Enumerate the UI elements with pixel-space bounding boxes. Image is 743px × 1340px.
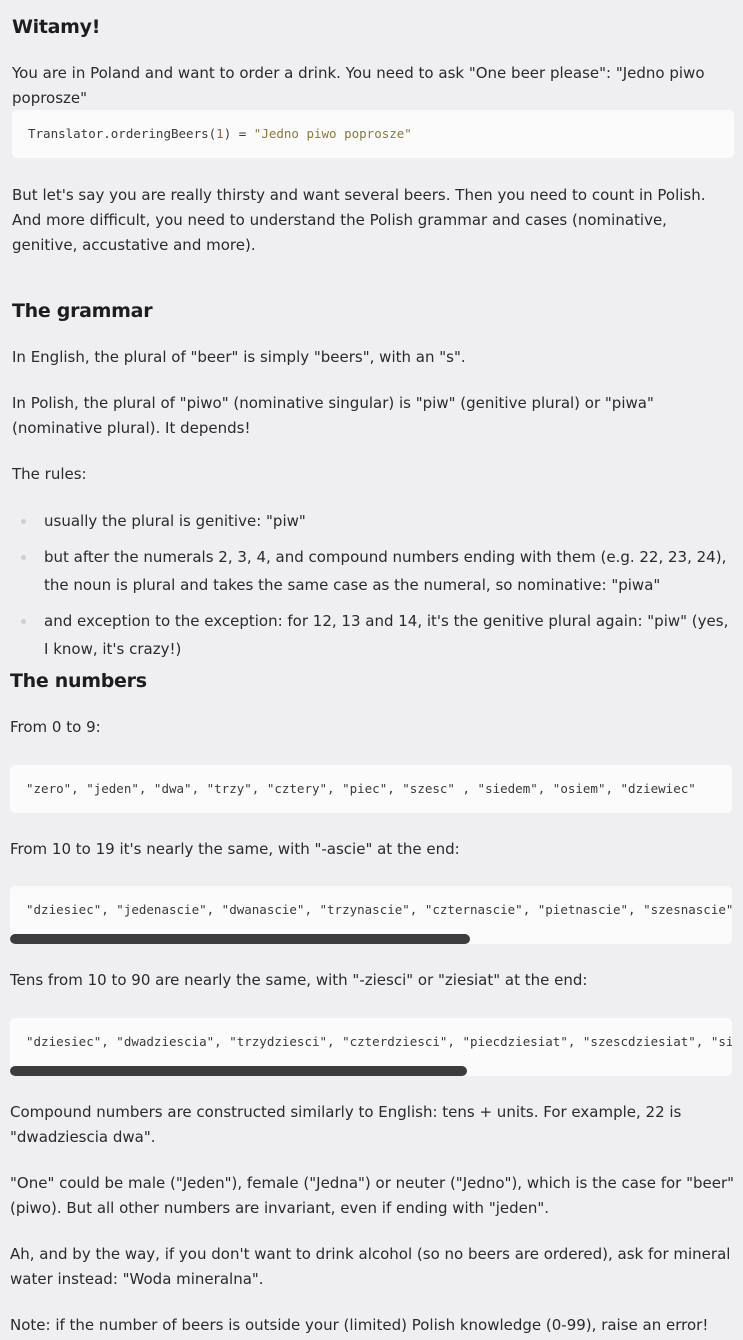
code-block-example: Translator.orderingBeers(1) = "Jedno piw…: [12, 110, 734, 158]
code-teens-line: "dziesiec", "jedenascie", "dwanascie", "…: [26, 902, 732, 917]
code-call: Translator.orderingBeers(: [28, 126, 217, 141]
rules-list: usually the plural is genitive: "piw" bu…: [12, 507, 737, 671]
grammar-paragraph-english: In English, the plural of "beer" is simp…: [12, 348, 466, 366]
intro-paragraph: You are in Poland and want to order a dr…: [12, 64, 705, 107]
rule-text: usually the plural is genitive: "piw": [44, 512, 306, 530]
list-item: and exception to the exception: for 12, …: [12, 607, 737, 663]
code-tens-line: "dziesiec", "dwadziescia", "trzydziesci"…: [26, 1034, 732, 1049]
code-block-tens[interactable]: "dziesiec", "dwadziescia", "trzydziesci"…: [10, 1018, 732, 1076]
water-paragraph: Ah, and by the way, if you don't want to…: [10, 1245, 731, 1288]
compound-paragraph: Compound numbers are constructed similar…: [10, 1103, 682, 1146]
grammar-heading: The grammar: [12, 300, 153, 322]
code-equals: ) =: [223, 126, 254, 141]
rules-label: The rules:: [12, 465, 87, 483]
code-units-line: "zero", "jeden", "dwa", "trzy", "cztery"…: [26, 781, 696, 796]
rule-text: and exception to the exception: for 12, …: [44, 612, 729, 658]
list-item: usually the plural is genitive: "piw": [12, 507, 737, 535]
bullet-icon: [21, 519, 26, 524]
numbers-heading: The numbers: [10, 670, 147, 692]
gender-paragraph: "One" could be male ("Jeden"), female ("…: [10, 1174, 735, 1217]
list-item: but after the numerals 2, 3, 4, and comp…: [12, 543, 737, 599]
code-example-line: Translator.orderingBeers(1) = "Jedno piw…: [28, 125, 412, 142]
units-paragraph: From 0 to 9:: [10, 718, 101, 736]
bullet-icon: [21, 619, 26, 624]
tens-paragraph: Tens from 10 to 90 are nearly the same, …: [10, 971, 588, 989]
horizontal-scrollbar-tens[interactable]: [10, 1066, 467, 1076]
horizontal-scrollbar-teens[interactable]: [10, 934, 470, 944]
code-arg: 1: [216, 126, 224, 141]
code-result-string: "Jedno piwo poprosze": [253, 126, 412, 141]
intro-paragraph-2: But let's say you are really thirsty and…: [12, 186, 706, 254]
grammar-paragraph-polish: In Polish, the plural of "piwo" (nominat…: [12, 394, 654, 437]
rule-text: but after the numerals 2, 3, 4, and comp…: [44, 548, 727, 594]
teens-paragraph: From 10 to 19 it's nearly the same, with…: [10, 840, 460, 858]
code-block-units: "zero", "jeden", "dwa", "trzy", "cztery"…: [10, 765, 732, 813]
note-paragraph: Note: if the number of beers is outside …: [10, 1316, 709, 1334]
bullet-icon: [21, 555, 26, 560]
page-title: Witamy!: [12, 16, 101, 38]
code-block-teens[interactable]: "dziesiec", "jedenascie", "dwanascie", "…: [10, 886, 732, 944]
kata-description: Witamy! You are in Poland and want to or…: [0, 0, 743, 1340]
